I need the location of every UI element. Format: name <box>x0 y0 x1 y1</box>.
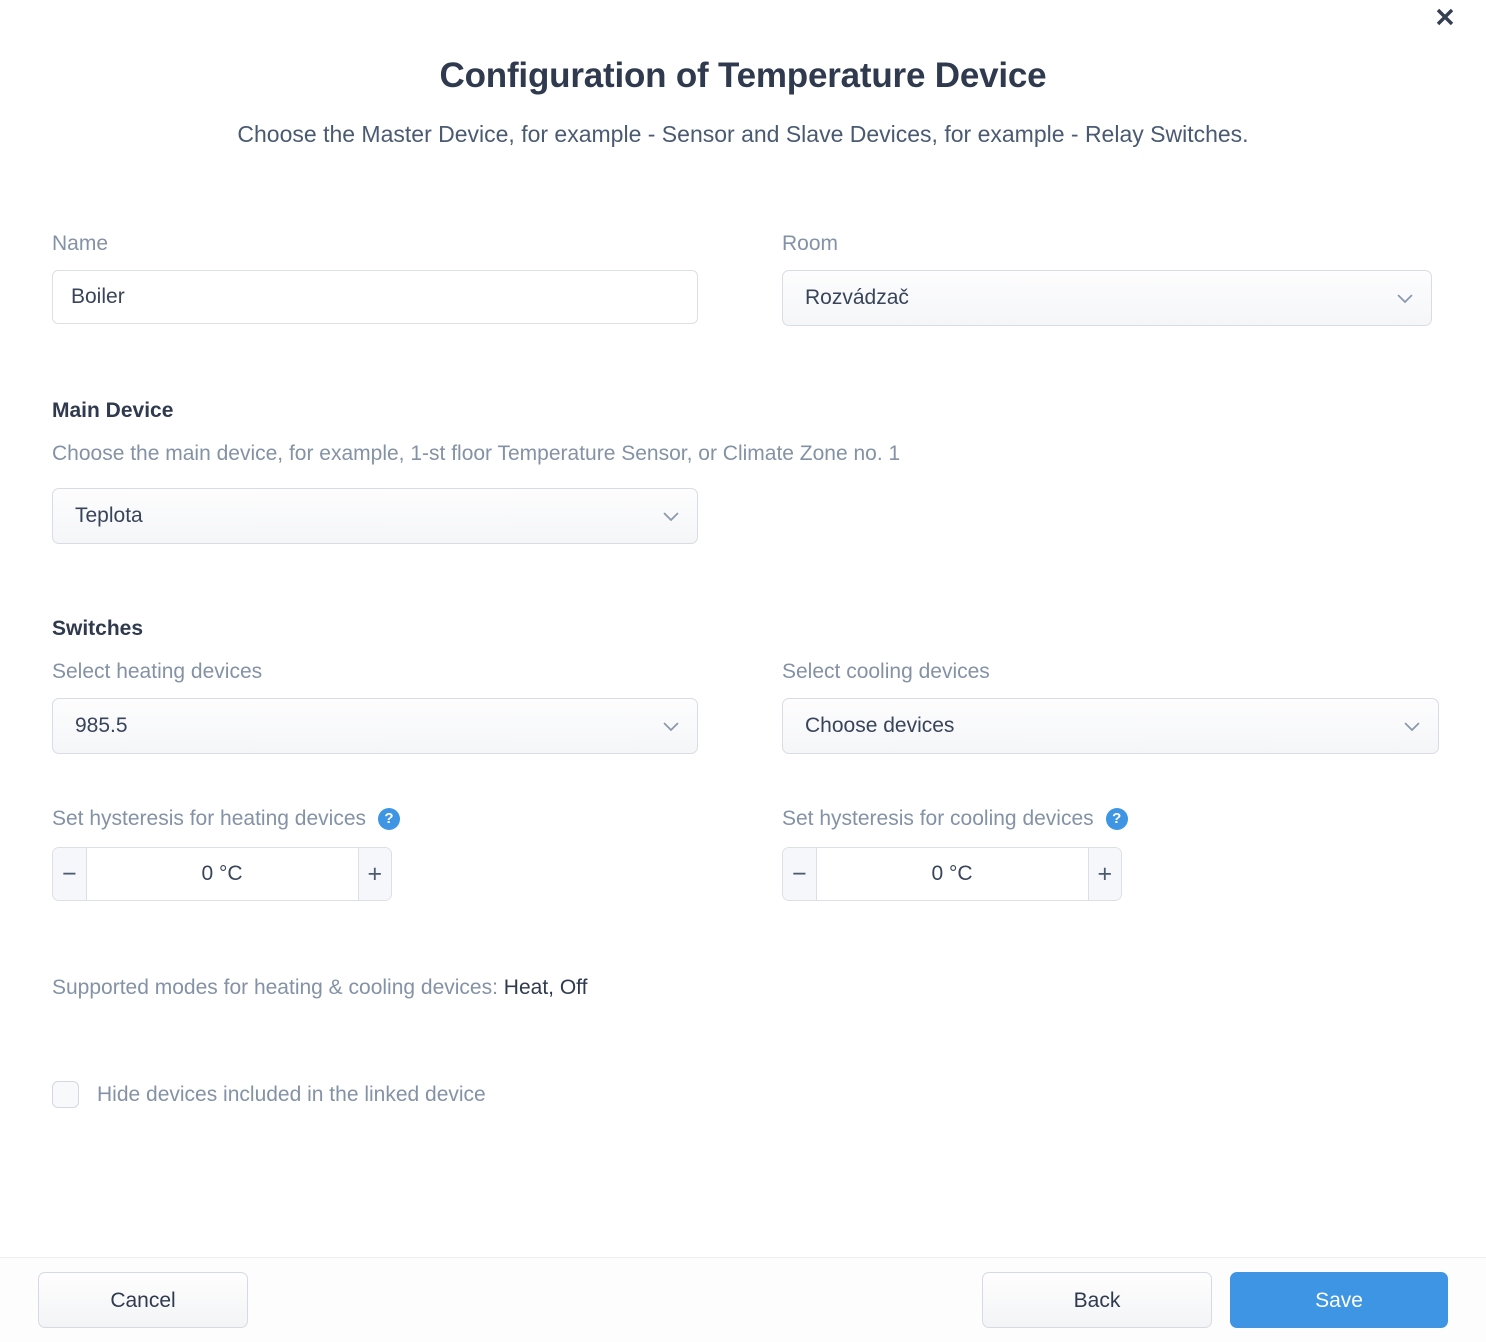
close-button[interactable] <box>1424 0 1466 34</box>
cooling-devices-value: Choose devices <box>805 714 955 737</box>
heating-devices-group: Select heating devices 985.5 <box>52 659 770 754</box>
supported-modes: Supported modes for heating & cooling de… <box>52 975 1434 1001</box>
chevron-down-icon <box>1404 714 1420 738</box>
heating-hysteresis-decrement[interactable]: − <box>53 848 87 901</box>
main-device-select[interactable]: Teplota <box>52 487 698 544</box>
heating-devices-value: 985.5 <box>75 714 128 737</box>
main-device-description: Choose the main device, for example, 1-s… <box>52 442 901 466</box>
name-label: Name <box>52 232 109 255</box>
name-field-group: Name <box>52 231 770 326</box>
room-field-group: Room Rozvádzač <box>782 231 1442 327</box>
cooling-hysteresis-group: Set hysteresis for cooling devices ? − + <box>782 806 1442 902</box>
heating-hysteresis-value[interactable] <box>86 848 358 901</box>
heating-hysteresis-increment[interactable]: + <box>357 848 391 901</box>
room-select[interactable]: Rozvádzač <box>782 270 1432 327</box>
cooling-devices-select[interactable]: Choose devices <box>782 698 1439 754</box>
close-icon <box>1433 5 1457 29</box>
heating-hysteresis-label: Set hysteresis for heating devices <box>52 807 366 830</box>
help-icon[interactable]: ? <box>1105 807 1128 830</box>
supported-modes-value: Heat, Off <box>503 976 588 1000</box>
name-input[interactable] <box>52 270 698 325</box>
hysteresis-row: Set hysteresis for heating devices ? − +… <box>52 806 1434 902</box>
main-device-title: Main Device <box>52 399 174 423</box>
chevron-down-icon <box>1397 286 1413 310</box>
cooling-hysteresis-stepper[interactable]: − + <box>782 847 1122 902</box>
cooling-hysteresis-label: Set hysteresis for cooling devices <box>782 807 1094 830</box>
cooling-hysteresis-label-row: Set hysteresis for cooling devices ? <box>782 806 1442 831</box>
cooling-hysteresis-increment[interactable]: + <box>1087 848 1121 901</box>
supported-modes-label: Supported modes for heating & cooling de… <box>52 976 498 1000</box>
cancel-button[interactable]: Cancel <box>38 1272 248 1328</box>
cooling-hysteresis-value[interactable] <box>816 848 1088 901</box>
name-room-row: Name Room Rozvádzač <box>52 231 1434 327</box>
modal-footer: Cancel Back Save <box>0 1257 1486 1342</box>
room-select-value: Rozvádzač <box>805 286 909 310</box>
hide-devices-checkbox[interactable] <box>52 1081 79 1109</box>
cooling-devices-group: Select cooling devices Choose devices <box>782 659 1442 754</box>
hide-devices-checkbox-row[interactable]: Hide devices included in the linked devi… <box>52 1081 1434 1109</box>
room-label: Room <box>782 232 839 255</box>
help-icon[interactable]: ? <box>378 807 400 830</box>
main-device-section: Main Device Choose the main device, for … <box>52 398 1434 544</box>
modal-header: Configuration of Temperature Device Choo… <box>0 0 1486 149</box>
back-button[interactable]: Back <box>982 1272 1212 1328</box>
main-device-select-value: Teplota <box>75 503 143 527</box>
page-title: Configuration of Temperature Device <box>439 56 1047 95</box>
heating-hysteresis-stepper[interactable]: − + <box>52 847 392 902</box>
chevron-down-icon <box>663 714 679 738</box>
heating-hysteresis-group: Set hysteresis for heating devices ? − + <box>52 806 770 902</box>
chevron-down-icon <box>663 504 679 528</box>
heating-hysteresis-label-row: Set hysteresis for heating devices ? <box>52 806 770 831</box>
heating-devices-label: Select heating devices <box>52 659 263 683</box>
save-button[interactable]: Save <box>1230 1272 1448 1328</box>
devices-select-row: Select heating devices 985.5 Select cool… <box>52 659 1439 754</box>
switches-section: Switches Select heating devices 985.5 Se… <box>52 616 1439 1109</box>
modal-body: Name Room Rozvádzač Main Device Choose t… <box>0 231 1486 1109</box>
switches-title: Switches <box>52 616 144 640</box>
cooling-devices-label: Select cooling devices <box>782 659 990 683</box>
cooling-hysteresis-decrement[interactable]: − <box>783 848 817 901</box>
page-subtitle: Choose the Master Device, for example - … <box>237 121 1249 148</box>
heating-devices-select[interactable]: 985.5 <box>52 698 698 754</box>
hide-devices-label: Hide devices included in the linked devi… <box>97 1083 486 1107</box>
